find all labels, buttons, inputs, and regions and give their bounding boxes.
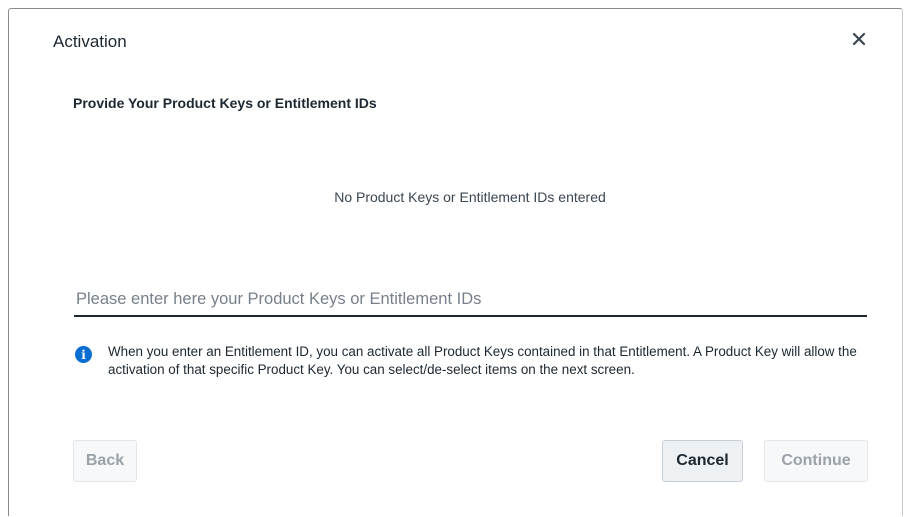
product-key-input-container xyxy=(74,285,867,317)
section-heading: Provide Your Product Keys or Entitlement… xyxy=(73,95,377,111)
empty-state-message: No Product Keys or Entitlement IDs enter… xyxy=(334,189,606,205)
back-button[interactable]: Back xyxy=(73,440,137,482)
product-key-input[interactable] xyxy=(74,285,867,313)
cancel-button[interactable]: Cancel xyxy=(662,440,743,482)
info-message: i When you enter an Entitlement ID, you … xyxy=(75,343,875,379)
activation-dialog: Activation Provide Your Product Keys or … xyxy=(8,8,903,516)
close-button[interactable] xyxy=(847,27,871,51)
info-icon: i xyxy=(75,346,92,363)
close-icon xyxy=(852,32,866,46)
continue-button[interactable]: Continue xyxy=(764,440,868,482)
dialog-title: Activation xyxy=(53,32,127,51)
info-text: When you enter an Entitlement ID, you ca… xyxy=(108,344,857,377)
